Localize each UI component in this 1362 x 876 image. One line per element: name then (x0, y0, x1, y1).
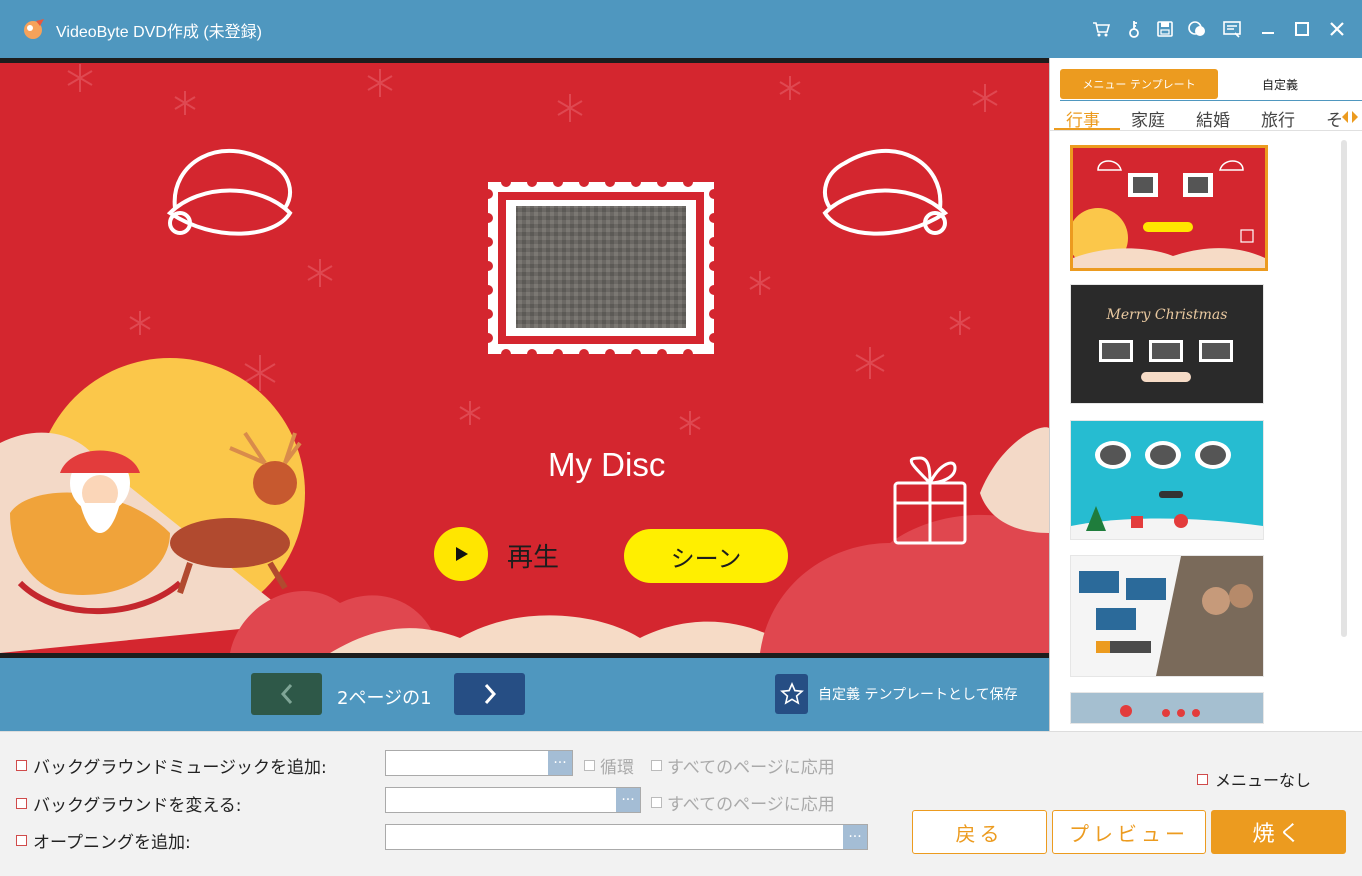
bg-music-apply-all-label: すべてのページに応用 (667, 758, 835, 778)
bg-change-field[interactable]: ··· (385, 787, 641, 813)
bg-change-apply-all-checkbox[interactable] (651, 797, 662, 808)
loop-checkbox[interactable] (584, 760, 595, 771)
cart-icon[interactable] (1089, 17, 1113, 41)
bg-music-checkbox[interactable] (16, 760, 27, 771)
bg-music-option[interactable]: バックグラウンドミュージックを追加: (16, 753, 327, 778)
template-thumb-3[interactable] (1070, 420, 1264, 540)
tab-menu-template[interactable]: メニュー テンプレート (1060, 69, 1218, 99)
template-thumb-5[interactable] (1070, 692, 1264, 724)
template-thumb-1[interactable] (1070, 145, 1268, 271)
minimize-icon[interactable] (1256, 17, 1280, 41)
bg-music-apply-all-option[interactable]: すべてのページに応用 (651, 753, 835, 778)
template-thumb-2[interactable]: Merry Christmas (1070, 284, 1264, 404)
template-thumb-4[interactable] (1070, 555, 1264, 677)
close-icon[interactable] (1325, 17, 1349, 41)
chat-icon[interactable] (1185, 17, 1209, 41)
stamp-frame-icon (483, 177, 719, 359)
play-icon (456, 547, 468, 561)
bg-music-field[interactable]: ··· (385, 750, 573, 776)
opening-checkbox[interactable] (16, 835, 27, 846)
feedback-icon[interactable] (1220, 17, 1244, 41)
template-thumb-2-image: Merry Christmas (1071, 285, 1263, 403)
back-button[interactable]: 戻る (912, 810, 1047, 854)
opening-option[interactable]: オープニングを追加: (16, 828, 191, 853)
merry-christmas-text: Merry Christmas (1106, 307, 1228, 323)
bg-music-browse-button[interactable]: ··· (548, 751, 572, 775)
bg-change-label: バックグラウンドを変える: (33, 796, 242, 816)
page-nav-bar: 2ページの1 自定義 テンプレートとして保存 (0, 658, 1049, 731)
burn-button[interactable]: 焼く (1211, 810, 1346, 854)
play-label[interactable]: 再生 (507, 537, 559, 574)
sidebar-scrollbar[interactable] (1341, 140, 1347, 637)
menu-preview: My Disc 再生 シーン (0, 58, 1049, 658)
template-sidebar: メニュー テンプレート 自定義 行事 家庭 結婚 旅行 そ Merry Chri… (1049, 58, 1362, 731)
template-thumb-5-image (1071, 693, 1263, 723)
template-thumb-4-image (1071, 556, 1263, 676)
opening-browse-button[interactable]: ··· (843, 825, 867, 849)
tab-divider (1060, 100, 1362, 101)
save-as-template-button[interactable]: 自定義 テンプレートとして保存 (775, 674, 1018, 714)
no-menu-label: メニューなし (1215, 771, 1312, 790)
arrow-right-icon[interactable] (1350, 110, 1360, 124)
bg-change-checkbox[interactable] (16, 798, 27, 809)
star-icon (779, 682, 804, 705)
bg-music-input[interactable] (386, 751, 550, 774)
category-wedding[interactable]: 結婚 (1196, 106, 1230, 131)
chevron-right-icon (484, 684, 496, 704)
no-menu-option[interactable]: メニューなし (1197, 767, 1311, 791)
opening-field[interactable]: ··· (385, 824, 868, 850)
chevron-left-icon (280, 684, 292, 704)
opening-input[interactable] (386, 825, 845, 848)
category-family[interactable]: 家庭 (1131, 106, 1165, 131)
preview-button[interactable]: プレビュー (1052, 810, 1206, 854)
disc-title[interactable]: My Disc (548, 446, 665, 484)
video-thumbnail-frame[interactable] (483, 177, 719, 359)
bg-change-apply-all-label: すべてのページに応用 (667, 795, 835, 815)
tab-custom[interactable]: 自定義 (1262, 76, 1298, 93)
save-icon[interactable] (1153, 17, 1177, 41)
bg-change-apply-all-option[interactable]: すべてのページに応用 (651, 790, 835, 815)
template-thumb-3-image (1071, 421, 1263, 539)
loop-option[interactable]: 循環 (584, 753, 634, 778)
options-panel: バックグラウンドミュージックを追加: ··· 循環 すべてのページに応用 バック… (0, 731, 1362, 876)
bg-change-option[interactable]: バックグラウンドを変える: (16, 791, 242, 816)
menu-stage: My Disc 再生 シーン (0, 63, 1049, 653)
template-thumb-1-image (1073, 148, 1265, 268)
no-menu-checkbox[interactable] (1197, 773, 1208, 785)
arrow-left-icon[interactable] (1340, 110, 1350, 124)
category-scroll-arrows[interactable] (1340, 110, 1360, 124)
prev-page-button[interactable] (251, 673, 322, 715)
window-title: VideoByte DVD作成 (未登録) (56, 24, 262, 41)
app-logo-icon (24, 19, 44, 39)
category-bar: 行事 家庭 結婚 旅行 そ (1050, 104, 1362, 131)
loop-label: 循環 (600, 758, 634, 778)
category-travel[interactable]: 旅行 (1261, 106, 1295, 131)
scene-button[interactable]: シーン (624, 529, 788, 583)
title-bar: VideoByte DVD作成 (未登録) (0, 0, 1362, 58)
maximize-icon[interactable] (1290, 17, 1314, 41)
next-page-button[interactable] (454, 673, 525, 715)
opening-label: オープニングを追加: (33, 833, 191, 853)
save-as-template-label: 自定義 テンプレートとして保存 (818, 687, 1018, 703)
bg-music-label: バックグラウンドミュージックを追加: (33, 758, 327, 778)
page-indicator: 2ページの1 (337, 688, 432, 709)
play-button[interactable] (434, 527, 488, 581)
bg-change-browse-button[interactable]: ··· (616, 788, 640, 812)
key-icon[interactable] (1122, 17, 1146, 41)
bg-music-apply-all-checkbox[interactable] (651, 760, 662, 771)
category-divider (1050, 130, 1362, 131)
bg-change-input[interactable] (386, 788, 618, 811)
